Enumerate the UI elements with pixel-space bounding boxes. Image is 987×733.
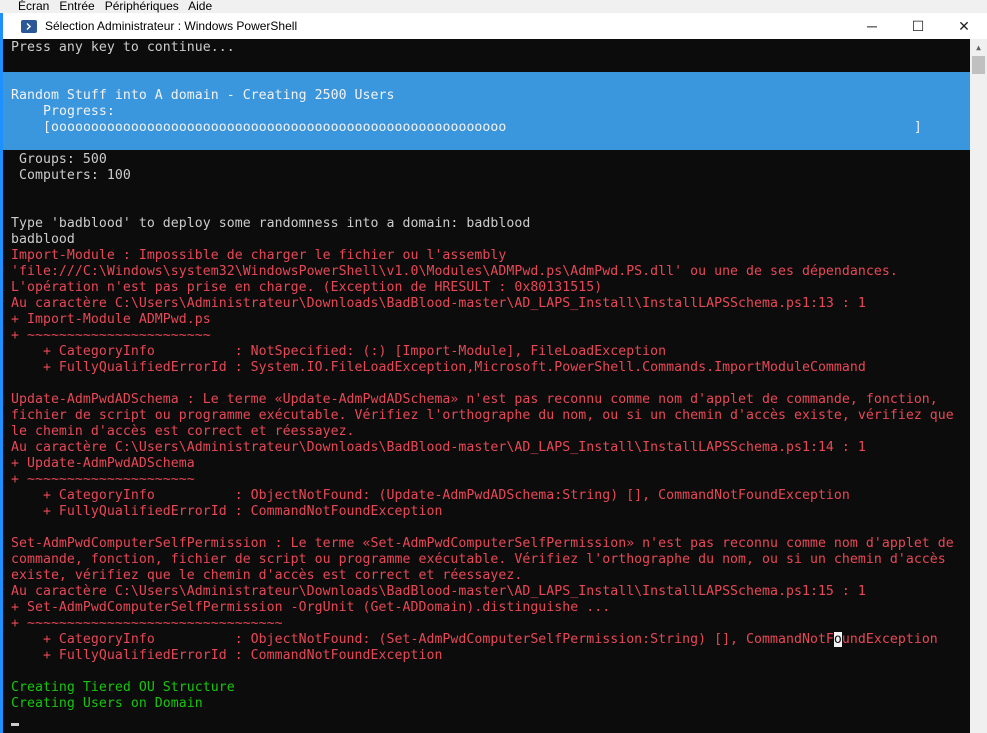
console-line-text: le chemin d'accès est correct et réessay… xyxy=(11,424,355,439)
console-line: Import-Module : Impossible de charger le… xyxy=(11,248,506,264)
console-line: + FullyQualifiedErrorId : CommandNotFoun… xyxy=(11,648,442,664)
console-line-text: + Import-Module ADMPwd.ps xyxy=(11,312,211,327)
console-line-text: Computers: 100 xyxy=(11,168,131,183)
console-line-text: undException xyxy=(841,632,938,647)
console-line: Type 'badblood' to deploy some randomnes… xyxy=(11,216,530,232)
console-line-text: fichier de script ou programme exécutabl… xyxy=(11,408,954,423)
console-line: Set-AdmPwdComputerSelfPermission : Le te… xyxy=(11,536,954,552)
console-line: Au caractère C:\Users\Administrateur\Dow… xyxy=(11,440,866,456)
console-line: commande, fonction, fichier de script ou… xyxy=(11,552,946,568)
powershell-icon xyxy=(21,19,37,33)
window-title: Sélection Administrateur : Windows Power… xyxy=(45,19,298,33)
close-button[interactable]: ✕ xyxy=(941,13,987,39)
console-line: + CategoryInfo : ObjectNotFound: (Set-Ad… xyxy=(11,632,938,648)
console-line-text: + ~~~~~~~~~~~~~~~~~~~~~~~~~~~~~~~~ xyxy=(11,616,283,631)
console-line-text: + FullyQualifiedErrorId : CommandNotFoun… xyxy=(11,504,443,519)
selection-highlight: o xyxy=(833,632,842,647)
menu-aide[interactable]: Aide xyxy=(188,0,212,13)
progress-bar: [ooooooooooooooooooooooooooooooooooooooo… xyxy=(43,120,922,135)
progress-panel xyxy=(3,72,970,150)
console-line-text: Au caractère C:\Users\Administrateur\Dow… xyxy=(11,440,866,455)
scrollbar[interactable]: ▲ xyxy=(970,39,987,733)
console-line: + FullyQualifiedErrorId : CommandNotFoun… xyxy=(11,504,442,520)
console-line-text: badblood xyxy=(11,232,75,247)
console-line-text: 'file:///C:\Windows\system32\WindowsPowe… xyxy=(11,264,898,279)
console-line-text: + FullyQualifiedErrorId : System.IO.File… xyxy=(11,360,866,375)
console-line: fichier de script ou programme exécutabl… xyxy=(11,408,954,424)
menu-peripheriques[interactable]: Périphériques xyxy=(105,0,179,13)
scrollbar-thumb[interactable] xyxy=(972,56,985,74)
console-line-text: existe, vérifiez que le chemin d'accès e… xyxy=(11,568,523,583)
console-line: + CategoryInfo : ObjectNotFound: (Update… xyxy=(11,488,850,504)
console-line-text: Groups: 500 xyxy=(11,152,107,167)
console-line-text: + CategoryInfo : ObjectNotFound: (Update… xyxy=(11,488,850,503)
console-line: Update-AdmPwdADSchema : Le terme «Update… xyxy=(11,392,938,408)
console-line-text: Import-Module : Impossible de charger le… xyxy=(11,248,507,263)
console-line: Au caractère C:\Users\Administrateur\Dow… xyxy=(11,296,866,312)
vm-menubar: Écran Entrée Périphériques Aide xyxy=(0,0,987,13)
console-line-text: + Set-AdmPwdComputerSelfPermission -OrgU… xyxy=(11,600,611,615)
console-line: le chemin d'accès est correct et réessay… xyxy=(11,424,355,440)
console-line: + ~~~~~~~~~~~~~~~~~~~~~~~~~~~~~~~~ xyxy=(11,616,283,632)
console-line: + ~~~~~~~~~~~~~~~~~~~~~ xyxy=(11,472,195,488)
console-line-text: + CategoryInfo : NotSpecified: (:) [Impo… xyxy=(11,344,667,359)
console-line-text: Creating Users on Domain xyxy=(11,696,203,711)
menu-entree[interactable]: Entrée xyxy=(59,0,94,13)
console-line-text: Au caractère C:\Users\Administrateur\Dow… xyxy=(11,584,866,599)
console-line-text: + ~~~~~~~~~~~~~~~~~~~~~~~ xyxy=(11,328,211,343)
console-line: Press any key to continue... xyxy=(11,40,235,56)
maximize-button[interactable]: ☐ xyxy=(895,13,941,39)
console-line-text: + Update-AdmPwdADSchema xyxy=(11,456,195,471)
console-line: + CategoryInfo : NotSpecified: (:) [Impo… xyxy=(11,344,666,360)
console-line: Computers: 100 xyxy=(11,168,131,184)
console-line-text: Au caractère C:\Users\Administrateur\Dow… xyxy=(11,296,866,311)
console-line: + Import-Module ADMPwd.ps xyxy=(11,312,211,328)
console-line-text: + ~~~~~~~~~~~~~~~~~~~~~ xyxy=(11,472,195,487)
menu-ecran[interactable]: Écran xyxy=(18,0,49,13)
console-line-text: L'opération n'est pas prise en charge. (… xyxy=(11,280,603,295)
console-line: 'file:///C:\Windows\system32\WindowsPowe… xyxy=(11,264,898,280)
console-line: + FullyQualifiedErrorId : System.IO.File… xyxy=(11,360,866,376)
console-line-text: + CategoryInfo : ObjectNotFound: (Set-Ad… xyxy=(11,632,834,647)
console-line-text: Press any key to continue... xyxy=(11,40,235,55)
console-line: + Update-AdmPwdADSchema xyxy=(11,456,195,472)
console-line: existe, vérifiez que le chemin d'accès e… xyxy=(11,568,522,584)
progress-title: Random Stuff into A domain - Creating 25… xyxy=(11,88,395,103)
console-line-text: Type 'badblood' to deploy some randomnes… xyxy=(11,216,531,231)
text-cursor xyxy=(11,723,19,726)
console-line: L'opération n'est pas prise en charge. (… xyxy=(11,280,602,296)
console-line: + ~~~~~~~~~~~~~~~~~~~~~~~ xyxy=(11,328,211,344)
console-line: Creating Tiered OU Structure xyxy=(11,680,235,696)
console-line-text: + FullyQualifiedErrorId : CommandNotFoun… xyxy=(11,648,443,663)
console-line-text: Update-AdmPwdADSchema : Le terme «Update… xyxy=(11,392,938,407)
console-output[interactable]: Random Stuff into A domain - Creating 25… xyxy=(3,39,970,733)
console-line: + Set-AdmPwdComputerSelfPermission -OrgU… xyxy=(11,600,610,616)
console-line: Creating Users on Domain xyxy=(11,696,203,712)
console-line: Au caractère C:\Users\Administrateur\Dow… xyxy=(11,584,866,600)
console-line-text: Set-AdmPwdComputerSelfPermission : Le te… xyxy=(11,536,954,551)
minimize-button[interactable]: ─ xyxy=(849,13,895,39)
console-line: badblood xyxy=(11,232,75,248)
progress-label: Progress: xyxy=(43,104,115,119)
title-bar[interactable]: Sélection Administrateur : Windows Power… xyxy=(3,13,987,39)
scroll-up-arrow-icon[interactable]: ▲ xyxy=(970,39,987,56)
console-line-text: commande, fonction, fichier de script ou… xyxy=(11,552,946,567)
console-line: Groups: 500 xyxy=(11,152,107,168)
console-line-text: Creating Tiered OU Structure xyxy=(11,680,235,695)
